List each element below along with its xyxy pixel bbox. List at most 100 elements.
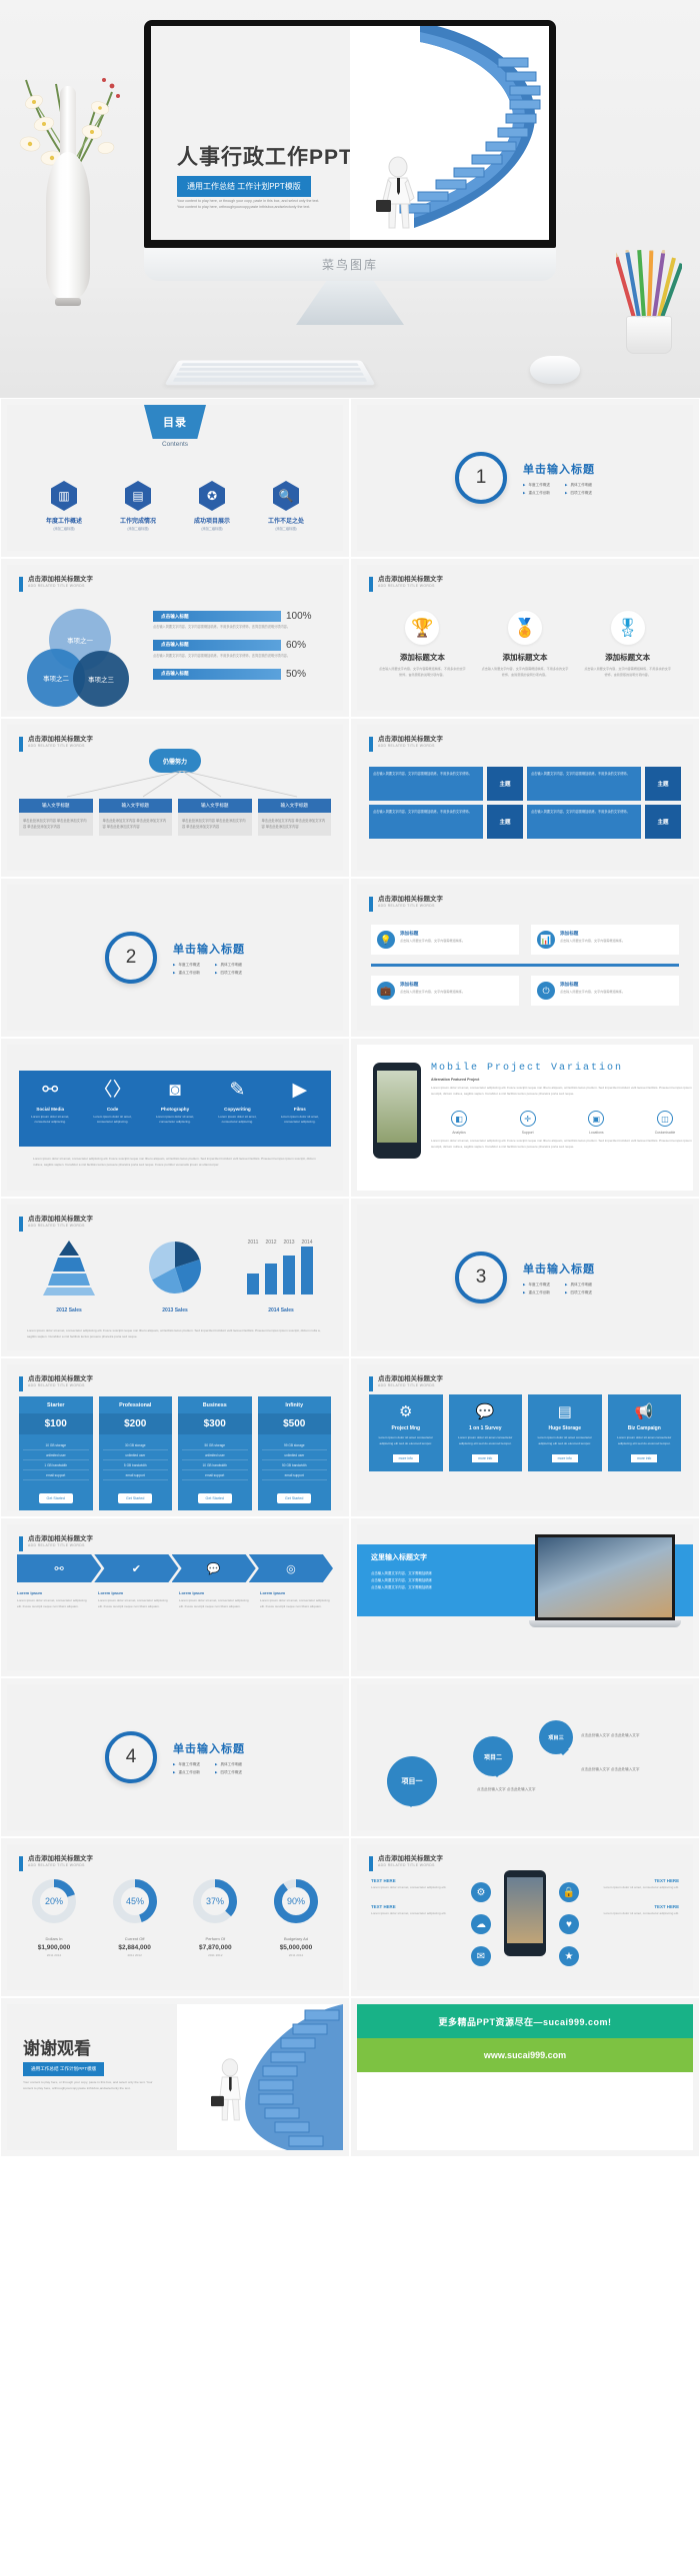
- bubble-item[interactable]: 项目一: [387, 1756, 437, 1807]
- slide-mobile-project[interactable]: Mobile Project Variation Alternation Fea…: [350, 1038, 700, 1198]
- slide-section-3[interactable]: 3 单击输入标题 年度工作概述 具体工作明细 重点工作创新 四项工作概述: [350, 1198, 700, 1357]
- social-item[interactable]: ◙ Photography Lorem ipsum dolor sit amet…: [144, 1071, 206, 1147]
- header-title: 点击添加相关标题文字: [378, 576, 443, 583]
- donut-item[interactable]: 45% Current Off $2,884,000 2011 2012: [98, 1878, 172, 1957]
- slide-contents[interactable]: 目录 Contents ▥ 年度工作概述 (添加二级标题) ▤ 工作完成情况 (…: [0, 398, 350, 558]
- lock-icon[interactable]: 🔒: [559, 1882, 579, 1902]
- feature-desc: 点击输入简要文字内容，文字内容需概括精炼。: [560, 939, 625, 943]
- slide-four-boxes[interactable]: 点击添加相关标题文字 ADD RELATED TITLE WORDS 💡 添加标…: [350, 878, 700, 1038]
- bubble-item[interactable]: 项目三: [539, 1720, 573, 1755]
- slide-thanks[interactable]: 谢谢观看 通用工作总结 工作计划PPT模版 Your content to pl…: [0, 1997, 350, 2157]
- slide-pricing[interactable]: 点击添加相关标题文字 ADD RELATED TITLE WORDS Start…: [0, 1357, 350, 1517]
- check-icon[interactable]: ✔: [94, 1554, 179, 1582]
- chart-pie[interactable]: 2013 Sales: [127, 1239, 223, 1313]
- svg-text:90%: 90%: [287, 1896, 305, 1906]
- pricing-plan[interactable]: Starter $100 10 GB storage unlimited use…: [19, 1396, 93, 1510]
- pricing-plan[interactable]: Business $300 50 GB storage unlimited us…: [178, 1396, 252, 1510]
- slide-charts[interactable]: 点击添加相关标题文字 ADD RELATED TITLE WORDS 2012 …: [0, 1198, 350, 1357]
- mobile-icon-item[interactable]: ◫ Customisable: [637, 1111, 693, 1135]
- slide-bubbles[interactable]: 项目一 项目二 项目三 点击此处输入文字 点击此处输入文字 点击此处输入文字 点…: [350, 1677, 700, 1837]
- monitor-bezel: 人事行政工作PPT模板 通用工作总结 工作计划PPT模版 Your conten…: [144, 20, 556, 248]
- slide-laptop[interactable]: 这里输入标题文字 点击输入简要文字内容，文字需概括精炼 点击输入简要文字内容，文…: [350, 1517, 700, 1677]
- feature-box[interactable]: 📊 添加标题 点击输入简要文字内容，文字内容需概括精炼。: [531, 925, 679, 955]
- effort-badge: 仍需努力: [149, 749, 201, 773]
- chart-pyramid[interactable]: 2012 Sales: [21, 1239, 117, 1313]
- contents-item[interactable]: 🔍 工作不足之处 (添加二级标题): [258, 481, 314, 531]
- feature-cta-button[interactable]: more info: [392, 1454, 419, 1463]
- donut-item[interactable]: 37% Perform Of $7,870,000 2011 2012: [178, 1878, 252, 1957]
- pricing-plan[interactable]: Professional $200 30 GB storage unlimite…: [98, 1396, 172, 1510]
- pricing-plan[interactable]: Infinity $500 99 GB storage unlimited us…: [257, 1396, 331, 1510]
- slide-features[interactable]: 点击添加相关标题文字 ADD RELATED TITLE WORDS ⚙ Pro…: [350, 1357, 700, 1517]
- feature-box[interactable]: 💼 添加标题 点击输入简要文字内容，文字内容需概括精炼。: [371, 976, 519, 1006]
- star-icon[interactable]: ★: [559, 1946, 579, 1966]
- slide-blue-table[interactable]: 点击添加相关标题文字 ADD RELATED TITLE WORDS 点击输入简…: [350, 718, 700, 878]
- slide-section-2[interactable]: 2 单击输入标题 年度工作概述 具体工作明细 重点工作创新 四项工作概述: [0, 878, 350, 1038]
- mobile-icon-label: Customisable: [654, 1131, 676, 1135]
- contents-item[interactable]: ▥ 年度工作概述 (添加二级标题): [36, 481, 92, 531]
- chat-icon[interactable]: 💬: [171, 1554, 256, 1582]
- feature-card[interactable]: 💬 1 on 1 Survey Lorem ipsum dolor sit am…: [448, 1394, 522, 1472]
- plan-cta-button[interactable]: Get Started: [38, 1493, 73, 1503]
- header-accent-bar: [369, 577, 373, 592]
- eye-icon[interactable]: ◎: [248, 1554, 333, 1582]
- feature-box[interactable]: ⏻ 添加标题 点击输入简要文字内容，文字内容需概括精炼。: [531, 976, 679, 1006]
- feature-cta-button[interactable]: more info: [631, 1454, 658, 1463]
- donut-item[interactable]: 90% Budgetary Ad $5,000,000 2011 2012: [259, 1878, 333, 1957]
- slide-effort[interactable]: 点击添加相关标题文字 ADD RELATED TITLE WORDS 仍需努力 …: [0, 718, 350, 878]
- bubble-item[interactable]: 项目二: [473, 1736, 513, 1777]
- plan-cta-button[interactable]: Get Started: [277, 1493, 312, 1503]
- social-item[interactable]: ▶ Films Lorem ipsum dolor sit amet, cons…: [269, 1071, 331, 1147]
- plan-cta-button[interactable]: Get Started: [118, 1493, 153, 1503]
- feature-box[interactable]: 💡 添加标题 点击输入简要文字内容，文字内容需概括精炼。: [371, 925, 519, 955]
- slide-process[interactable]: 点击添加相关标题文字 ADD RELATED TITLE WORDS ⚯ ✔ 💬…: [0, 1517, 350, 1677]
- slide-social-media[interactable]: ⚯ Social Media Lorem ipsum dolor sit ame…: [0, 1038, 350, 1198]
- social-item[interactable]: ⚯ Social Media Lorem ipsum dolor sit ame…: [19, 1071, 81, 1147]
- header-title: 点击添加相关标题文字: [28, 1216, 93, 1223]
- feature-cta-button[interactable]: more info: [551, 1454, 578, 1463]
- slide-awards[interactable]: 点击添加相关标题文字 ADD RELATED TITLE WORDS 🏆 添加标…: [350, 558, 700, 718]
- effort-card[interactable]: 输入文字标题 单击此处添加文字内容 单击此处添加文字内容 单击此处添加文字内容: [19, 799, 93, 836]
- heart-icon[interactable]: ♥: [559, 1914, 579, 1934]
- effort-card[interactable]: 输入文字标题 单击此处添加文字内容 单击此处添加文字内容 单击此处添加文字内容: [178, 799, 252, 836]
- slide-text-here[interactable]: 点击添加相关标题文字 ADD RELATED TITLE WORDS TEXT …: [350, 1837, 700, 1997]
- mail-icon[interactable]: ✉: [471, 1946, 491, 1966]
- chart-caption: 2012 Sales: [56, 1307, 82, 1313]
- slide-donut-stats[interactable]: 点击添加相关标题文字 ADD RELATED TITLE WORDS 20% D…: [0, 1837, 350, 1997]
- social-item[interactable]: 〈〉 Code Lorem ipsum dolor sit amet, cons…: [81, 1071, 143, 1147]
- slide-venn[interactable]: 点击添加相关标题文字 ADD RELATED TITLE WORDS 事项之一 …: [0, 558, 350, 718]
- award-item[interactable]: 🏅 添加标题文本 点击输入简要文字内容，文字内容需概括精炼，不用多余的文字修饰，…: [481, 611, 569, 678]
- feature-card[interactable]: ▤ Huge Storage Lorem ipsum dolor sit ame…: [528, 1394, 602, 1472]
- plan-cta-button[interactable]: Get Started: [197, 1493, 232, 1503]
- effort-card-body: 单击此处添加文字内容 单击此处添加文字内容 单击此处添加文字内容: [98, 813, 172, 836]
- mobile-icon-item[interactable]: ◧ Analytics: [431, 1111, 487, 1135]
- feature-card[interactable]: 📢 Biz Campaign Lorem ipsum dolor sit ame…: [607, 1394, 681, 1472]
- cloud-icon[interactable]: ☁: [471, 1914, 491, 1934]
- contents-item[interactable]: ✪ 成功项目展示 (添加二级标题): [184, 481, 240, 531]
- social-name: Films: [293, 1107, 306, 1112]
- slide-promo[interactable]: 更多精品PPT资源尽在—sucai999.com! www.sucai999.c…: [350, 1997, 700, 2157]
- process-col-desc: Lorem ipsum dolor sit amet, consectetur …: [179, 1598, 249, 1608]
- effort-card[interactable]: 输入文字标题 单击此处添加文字内容 单击此处添加文字内容 单击此处添加文字内容: [98, 799, 172, 836]
- slide-grid: 目录 Contents ▥ 年度工作概述 (添加二级标题) ▤ 工作完成情况 (…: [0, 398, 700, 2157]
- award-item[interactable]: 🏆 添加标题文本 点击输入简要文字内容，文字内容需概括精炼，不用多余的文字修饰，…: [378, 611, 466, 678]
- slide-header: 点击添加相关标题文字 ADD RELATED TITLE WORDS: [19, 576, 93, 592]
- social-item[interactable]: ✎ Copywriting Lorem ipsum dolor sit amet…: [206, 1071, 268, 1147]
- mobile-icon-item[interactable]: ✛ Support: [500, 1111, 556, 1135]
- feature-cta-button[interactable]: more info: [472, 1454, 499, 1463]
- slide-section-1[interactable]: 1 单击输入标题 年度工作概述 具体工作明细 重点工作创新 四项工作概述: [350, 398, 700, 558]
- effort-card[interactable]: 输入文字标题 单击此处添加文字内容 单击此处添加文字内容 单击此处添加文字内容: [257, 799, 331, 836]
- donut-item[interactable]: 20% Dollars In $1,900,000 2011 2012: [17, 1878, 91, 1957]
- slide-section-4[interactable]: 4 单击输入标题 年度工作概述 具体工作明细 重点工作创新 四项工作概述: [0, 1677, 350, 1837]
- award-item[interactable]: 🎖 添加标题文本 点击输入简要文字内容，文字内容需概括精炼，不用多余的文字修饰，…: [584, 611, 672, 678]
- laptop-title: 这里输入标题文字: [371, 1554, 427, 1561]
- chart-bar[interactable]: 2011 2012 2013 2014 2014 Sales: [233, 1239, 329, 1313]
- contents-item[interactable]: ▤ 工作完成情况 (添加二级标题): [110, 481, 166, 531]
- gear-icon[interactable]: ⚙: [471, 1882, 491, 1902]
- feature-card[interactable]: ⚙ Project Mng Lorem ipsum dolor sit amet…: [369, 1394, 443, 1472]
- mobile-icon-item[interactable]: ▣ Locations: [568, 1111, 624, 1135]
- bullet: 年度工作概述: [173, 963, 203, 968]
- feature-desc: Lorem ipsum dolor sit amet consectetur a…: [378, 1435, 433, 1445]
- process-col-title: Lorem ipsum: [179, 1590, 205, 1595]
- sitemap-icon[interactable]: ⚯: [17, 1554, 102, 1582]
